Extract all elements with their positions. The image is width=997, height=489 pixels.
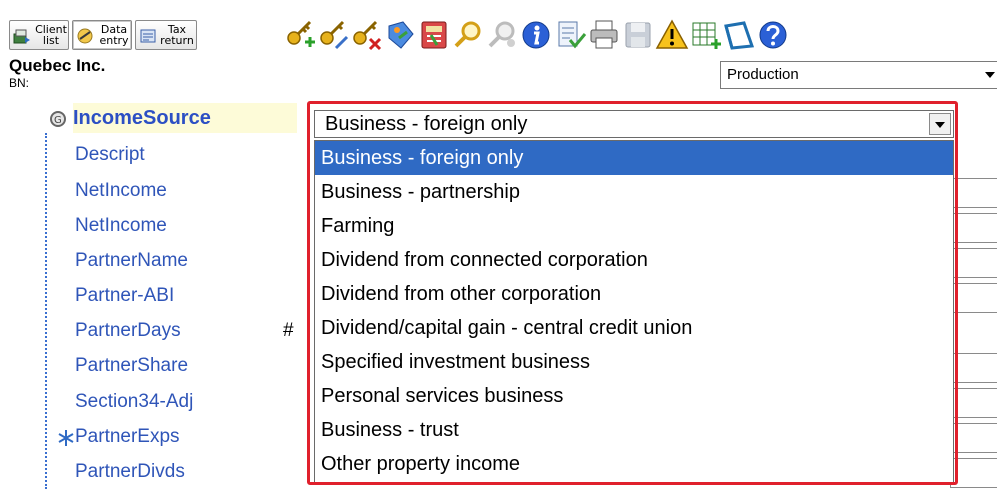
- data-entry-button[interactable]: Data entry: [72, 20, 132, 50]
- partnername-input[interactable]: [950, 248, 997, 278]
- client-list-icon: [13, 29, 30, 44]
- help-icon[interactable]: [756, 18, 790, 52]
- dropdown-arrow-icon[interactable]: [929, 113, 951, 135]
- company-name: Quebec Inc.: [9, 56, 106, 75]
- option-business-trust[interactable]: Business - trust: [315, 413, 953, 447]
- tax-return-line2: return: [160, 34, 194, 47]
- option-specified-investment[interactable]: Specified investment business: [315, 345, 953, 379]
- field-label-descript[interactable]: Descript: [75, 144, 145, 166]
- field-label-netincome[interactable]: NetIncome: [75, 180, 167, 202]
- mode-select[interactable]: Production: [720, 61, 997, 89]
- field-label-section34-adj[interactable]: Section34-Adj: [75, 391, 193, 413]
- add-key-icon[interactable]: [283, 18, 317, 52]
- field-label-incomesource[interactable]: IncomeSource: [73, 103, 297, 133]
- option-dividend-other[interactable]: Dividend from other corporation: [315, 277, 953, 311]
- option-business-foreign-only[interactable]: Business - foreign only: [315, 141, 953, 175]
- field-label-partnershare[interactable]: PartnerShare: [75, 355, 188, 377]
- partnerexps-input[interactable]: [950, 423, 997, 453]
- search-icon[interactable]: [451, 18, 485, 52]
- tree-gutter: [45, 133, 47, 489]
- partnerdivds-input[interactable]: [950, 458, 997, 488]
- field-label-partnerdays[interactable]: PartnerDays: [75, 320, 181, 342]
- info-icon[interactable]: [519, 18, 553, 52]
- save-icon[interactable]: [621, 18, 655, 52]
- partner-abi-input[interactable]: [950, 283, 997, 313]
- tax-return-button[interactable]: Tax return: [135, 20, 197, 50]
- option-personal-services[interactable]: Personal services business: [315, 379, 953, 413]
- delete-key-icon[interactable]: [349, 18, 383, 52]
- snowflake-icon: [58, 430, 74, 446]
- tag-icon[interactable]: [383, 18, 417, 52]
- option-other-property-income[interactable]: Other property income: [315, 447, 953, 481]
- window-icon[interactable]: [722, 18, 756, 52]
- business-number-label: BN:: [9, 76, 30, 90]
- checklist-icon[interactable]: [553, 18, 587, 52]
- option-farming[interactable]: Farming: [315, 209, 953, 243]
- toolbar: Client list Data entry Tax return: [0, 0, 997, 52]
- income-source-options: Business - foreign only Business - partn…: [314, 140, 954, 484]
- client-list-button[interactable]: Client list: [9, 20, 69, 50]
- income-source-value: Business - foreign only: [325, 113, 528, 135]
- option-dividend-connected[interactable]: Dividend from connected corporation: [315, 243, 953, 277]
- calculator-icon[interactable]: [417, 18, 451, 52]
- gear-icon: G: [50, 111, 66, 127]
- option-business-partnership[interactable]: Business - partnership: [315, 175, 953, 209]
- partnershare-input[interactable]: [950, 353, 997, 383]
- print-icon[interactable]: [587, 18, 621, 52]
- svg-text:G: G: [54, 115, 62, 126]
- hash-marker: #: [283, 320, 294, 341]
- data-entry-line2: entry: [99, 34, 129, 47]
- search-person-icon[interactable]: [485, 18, 519, 52]
- netincome-input[interactable]: [950, 178, 997, 208]
- tax-return-icon: [140, 29, 156, 43]
- field-label-netincome-2[interactable]: NetIncome: [75, 215, 167, 237]
- grid-add-icon[interactable]: [689, 18, 723, 52]
- field-label-partnerexps[interactable]: PartnerExps: [75, 426, 180, 448]
- client-list-line2: list: [42, 34, 60, 47]
- data-entry-icon: [77, 28, 93, 44]
- mode-select-arrow-icon[interactable]: [985, 72, 995, 78]
- section34-adj-input[interactable]: [950, 388, 997, 418]
- option-dividend-credit-union[interactable]: Dividend/capital gain - central credit u…: [315, 311, 953, 345]
- edit-key-icon[interactable]: [316, 18, 350, 52]
- field-label-partner-abi[interactable]: Partner-ABI: [75, 285, 174, 307]
- netincome-input-2[interactable]: [950, 213, 997, 243]
- income-source-select[interactable]: Business - foreign only: [314, 110, 954, 138]
- field-label-partnerdivds[interactable]: PartnerDivds: [75, 461, 185, 483]
- field-label-partnername[interactable]: PartnerName: [75, 250, 188, 272]
- warning-icon[interactable]: [655, 18, 689, 52]
